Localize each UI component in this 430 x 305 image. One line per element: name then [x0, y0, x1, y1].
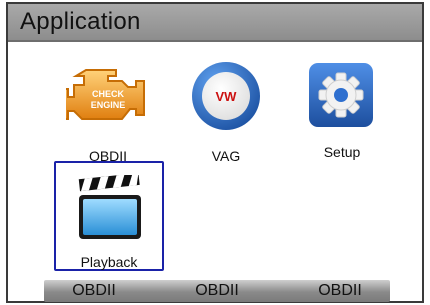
softkey-bar: OBDII OBDII OBDII	[44, 280, 390, 302]
app-obdii[interactable]: CHECK ENGINE OBDII	[60, 60, 156, 168]
app-label-setup: Setup	[323, 144, 361, 160]
gear-icon	[308, 62, 374, 133]
vw-logo-text: VW	[216, 89, 238, 104]
window-title: Application	[20, 8, 141, 35]
title-bar: Application	[8, 4, 422, 42]
check-engine-text-2: ENGINE	[91, 100, 126, 110]
app-label-playback: Playback	[80, 254, 138, 270]
vw-logo-icon: VW	[190, 60, 262, 137]
softkey-left[interactable]: OBDII	[44, 280, 144, 302]
app-label-vag: VAG	[211, 148, 241, 164]
check-engine-text-1: CHECK	[92, 89, 125, 99]
softkey-middle[interactable]: OBDII	[167, 280, 267, 302]
app-playback[interactable]: Playback	[54, 161, 164, 271]
clapperboard-icon	[76, 173, 144, 246]
check-engine-icon: CHECK ENGINE	[61, 60, 150, 135]
app-setup[interactable]: Setup	[300, 60, 384, 168]
application-window: Application CHECK ENGINE OBDII VW VAG Se…	[6, 2, 424, 303]
softkey-right[interactable]: OBDII	[290, 280, 390, 302]
app-vag[interactable]: VW VAG	[184, 60, 268, 168]
